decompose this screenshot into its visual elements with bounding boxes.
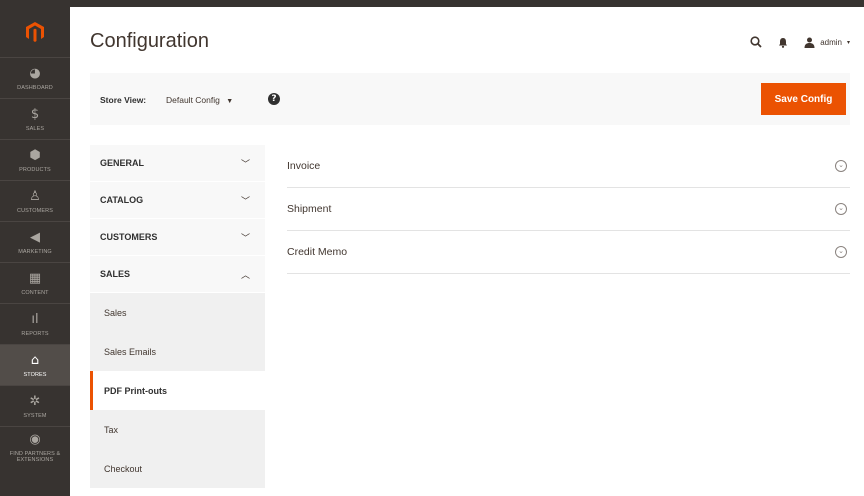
save-config-button[interactable]: Save Config [761, 83, 846, 115]
sidebar-item-find-partners-extensions[interactable]: ◉ FIND PARTNERS & EXTENSIONS [0, 426, 70, 467]
store-view-bar: Store View: Default Config ▼ ? Save Conf… [90, 73, 850, 125]
tab-item-tax[interactable]: Tax [90, 410, 265, 449]
section-title: Invoice [287, 160, 321, 172]
dollar-icon: $ [30, 107, 40, 122]
cube-icon: ⬢ [29, 148, 41, 163]
tab-item-checkout[interactable]: Checkout [90, 449, 265, 488]
tab-label: CUSTOMERS [100, 232, 158, 242]
section-title: Shipment [287, 203, 332, 215]
tab-label: GENERAL [100, 158, 145, 168]
tab-label: CATALOG [100, 195, 144, 205]
tab-label: SALES [100, 269, 131, 279]
top-strip [0, 0, 864, 7]
expand-toggle-icon[interactable]: ⌄ [835, 203, 847, 215]
sidebar-item-dashboard[interactable]: ◕ DASHBOARD [0, 57, 70, 98]
tab-sales[interactable]: SALES ︿ [90, 256, 265, 293]
sidebar-item-label: DASHBOARD [17, 84, 53, 91]
partners-icon: ◉ [29, 432, 41, 447]
search-icon[interactable] [750, 33, 762, 52]
section-credit-memo[interactable]: Credit Memo ⌄ [287, 231, 850, 274]
person-icon: ♙ [29, 189, 41, 204]
sidebar-item-content[interactable]: ▦ CONTENT [0, 262, 70, 303]
admin-sidebar: ◕ DASHBOARD $ SALES ⬢ PRODUCTS ♙ CUSTOMERS ◀ MARK… [0, 7, 70, 496]
user-menu[interactable]: admin ▾ [804, 37, 850, 48]
sidebar-item-label: MARKETING [18, 248, 52, 255]
sidebar-item-label: FIND PARTNERS & EXTENSIONS [9, 450, 61, 463]
tab-item-sales-emails[interactable]: Sales Emails [90, 332, 265, 371]
chevron-down-icon: ﹀ [240, 232, 250, 243]
sidebar-item-customers[interactable]: ♙ CUSTOMERS [0, 180, 70, 221]
magento-logo-icon[interactable] [0, 7, 70, 57]
sidebar-item-marketing[interactable]: ◀ MARKETING [0, 221, 70, 262]
store-view-value: Default Config [166, 95, 220, 105]
bar-chart-icon: ıl [31, 312, 39, 327]
config-sections: Invoice ⌄ Shipment ⌄ Credit Memo ⌄ [287, 145, 850, 274]
section-shipment[interactable]: Shipment ⌄ [287, 188, 850, 231]
tab-catalog[interactable]: CATALOG ﹀ [90, 182, 265, 219]
sidebar-item-label: SALES [25, 125, 45, 132]
gear-icon: ✲ [29, 394, 41, 409]
header-actions: admin ▾ [750, 33, 850, 52]
dashboard-icon: ◕ [29, 66, 41, 81]
chevron-up-icon: ︿ [240, 269, 250, 280]
tab-item-pdf-print-outs[interactable]: PDF Print-outs [90, 371, 265, 410]
config-tabs: GENERAL ﹀ CATALOG ﹀ CUSTOMERS ﹀ SALES ︿ … [90, 145, 265, 488]
user-name: admin [820, 38, 842, 47]
store-view-switcher[interactable]: Default Config ▼ [166, 95, 233, 105]
sidebar-item-label: REPORTS [21, 330, 49, 337]
expand-toggle-icon[interactable]: ⌄ [835, 246, 847, 258]
sidebar-item-stores[interactable]: ⌂ STORES [0, 344, 70, 385]
page-title: Configuration [90, 30, 209, 52]
sidebar-item-label: CONTENT [21, 289, 49, 296]
section-title: Credit Memo [287, 246, 348, 258]
tab-general[interactable]: GENERAL ﹀ [90, 145, 265, 182]
expand-toggle-icon[interactable]: ⌄ [835, 160, 847, 172]
sidebar-item-label: STORES [23, 371, 47, 378]
store-view-label: Store View: [100, 95, 147, 105]
sidebar-item-label: CUSTOMERS [17, 207, 53, 214]
sidebar-item-reports[interactable]: ıl REPORTS [0, 303, 70, 344]
chevron-down-icon: ﹀ [240, 158, 250, 169]
store-icon: ⌂ [30, 353, 40, 368]
help-icon[interactable]: ? [268, 93, 280, 105]
tab-customers[interactable]: CUSTOMERS ﹀ [90, 219, 265, 256]
sidebar-item-label: SYSTEM [23, 412, 47, 419]
content-icon: ▦ [28, 271, 42, 286]
megaphone-icon: ◀ [30, 230, 40, 245]
tab-item-sales[interactable]: Sales [90, 293, 265, 332]
sidebar-item-system[interactable]: ✲ SYSTEM [0, 385, 70, 426]
sidebar-item-products[interactable]: ⬢ PRODUCTS [0, 139, 70, 180]
section-invoice[interactable]: Invoice ⌄ [287, 145, 850, 188]
chevron-down-icon: ﹀ [240, 195, 250, 206]
caret-down-icon: ▾ [846, 40, 850, 46]
caret-down-icon: ▼ [226, 98, 234, 105]
sidebar-item-label: PRODUCTS [19, 166, 51, 173]
sidebar-item-sales[interactable]: $ SALES [0, 98, 70, 139]
bell-icon[interactable] [778, 33, 788, 52]
user-icon [804, 37, 815, 48]
